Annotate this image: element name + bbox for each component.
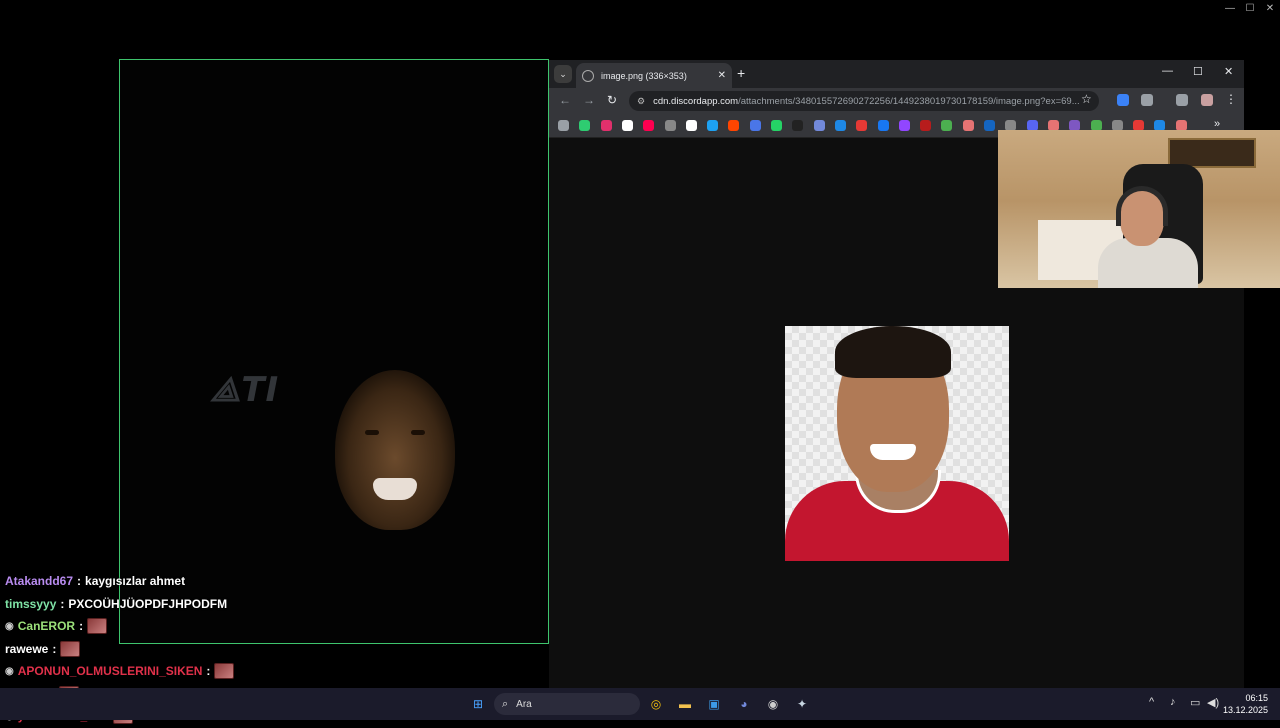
obs-icon[interactable]: ◉	[762, 693, 784, 715]
tray-chevron-icon[interactable]: ^	[1149, 696, 1154, 708]
windows-start-icon[interactable]: ⊞	[467, 693, 489, 715]
chrome-toolbar: ← → ↻ ⚙ cdn.discordapp.com /attachments/…	[549, 88, 1244, 114]
search-icon: ⌕	[502, 697, 509, 710]
chat-message: Atakandd67: kaygısızlar ahmet	[5, 570, 234, 593]
bookmark-icon[interactable]	[877, 120, 889, 131]
chat-username[interactable]: rawewe	[5, 642, 48, 656]
apps-grid-icon[interactable]	[558, 120, 569, 131]
chat-separator: :	[52, 641, 57, 656]
outer-close-button[interactable]: ✕	[1260, 0, 1280, 16]
chrome-menu-icon[interactable]: ⋮	[1225, 92, 1237, 106]
close-button[interactable]: ✕	[1224, 65, 1233, 78]
extension-1-icon[interactable]	[1117, 94, 1129, 106]
media-controls-icon[interactable]	[1176, 94, 1188, 106]
chat-emote-icon	[87, 618, 108, 635]
chat-username[interactable]: Atakandd67	[5, 574, 73, 588]
chat-badge-icon: ◉	[5, 620, 14, 632]
forward-button[interactable]: →	[583, 93, 595, 107]
bookmark-icon[interactable]	[685, 120, 697, 131]
url-path: /attachments/348015572690272256/14492380…	[738, 95, 1080, 107]
volume-icon[interactable]: ◀)	[1207, 696, 1219, 709]
webcam-overlay	[998, 130, 1280, 288]
bookmark-star-icon[interactable]: ☆	[1081, 92, 1092, 106]
tab-bar: ⌄ image.png (336×353) ✕ + — ☐ ✕	[549, 60, 1244, 88]
address-bar[interactable]: ⚙ cdn.discordapp.com /attachments/348015…	[629, 91, 1099, 111]
globe-icon	[582, 69, 594, 82]
chat-message: ◉ CanEROR:	[5, 615, 234, 638]
clock-date: 13.12.2025	[1222, 705, 1268, 715]
outer-minimize-button[interactable]: —	[1220, 0, 1240, 16]
chat-separator: :	[206, 664, 211, 679]
new-tab-button[interactable]: +	[737, 65, 745, 81]
chrome-icon[interactable]: ◎	[645, 693, 667, 715]
tab-title: image.png (336×353)	[601, 70, 687, 81]
chat-username[interactable]: CanEROR	[18, 619, 75, 633]
network-icon[interactable]: ▭	[1190, 696, 1200, 709]
outer-window-controls: — ☐ ✕	[1220, 0, 1280, 16]
steam-icon[interactable]: ✦	[791, 693, 813, 715]
bookmark-icon[interactable]	[643, 120, 655, 131]
photos-icon[interactable]: ▣	[703, 693, 725, 715]
reload-button[interactable]: ↻	[607, 93, 617, 107]
participant-video	[335, 370, 455, 530]
chat-separator: :	[79, 619, 84, 634]
site-info-icon[interactable]: ⚙	[637, 96, 645, 107]
chat-message: ◉ APONUN_OLMUSLERINI_SIKEN:	[5, 660, 235, 683]
tab-image-png[interactable]: image.png (336×353) ✕	[576, 63, 732, 88]
chat-username[interactable]: APONUN_OLMUSLERINI_SIKEN	[18, 664, 203, 678]
bookmark-icon[interactable]	[771, 120, 782, 131]
bookmark-icon[interactable]	[664, 120, 676, 131]
tab-close-icon[interactable]: ✕	[718, 70, 726, 81]
bookmark-icon[interactable]	[813, 120, 825, 131]
bookmark-icon[interactable]	[792, 120, 804, 131]
bookmark-icon[interactable]	[600, 120, 612, 131]
chat-separator: :	[60, 596, 65, 611]
clock[interactable]: 06:15 13.12.2025	[1223, 692, 1268, 716]
file-explorer-icon[interactable]: ▬	[674, 693, 696, 715]
taskbar-search[interactable]: ⌕ Ara	[494, 693, 640, 715]
bookmark-icon[interactable]	[728, 120, 740, 131]
tab-search-button[interactable]: ⌄	[554, 65, 572, 83]
bookmark-icon[interactable]	[962, 120, 974, 131]
bookmark-icon[interactable]	[579, 120, 591, 131]
bookmark-icon[interactable]	[898, 120, 910, 131]
search-placeholder: Ara	[516, 698, 532, 710]
viewed-image	[785, 326, 1009, 561]
bookmark-icon[interactable]	[920, 120, 932, 131]
background-logo: ⟁TI	[210, 370, 280, 410]
bookmark-icon[interactable]	[856, 120, 868, 131]
video-call-panel: ⟁TI	[119, 59, 549, 644]
url-host: cdn.discordapp.com	[653, 95, 739, 107]
chat-separator: :	[77, 574, 82, 589]
bookmark-icon[interactable]	[941, 120, 953, 131]
clock-time: 06:15	[1245, 693, 1268, 703]
outer-maximize-button[interactable]: ☐	[1240, 0, 1260, 16]
bookmark-icon[interactable]	[984, 120, 995, 131]
bookmark-icon[interactable]	[621, 120, 633, 131]
chat-emote-icon	[214, 663, 235, 680]
back-button[interactable]: ←	[559, 93, 571, 107]
minimize-button[interactable]: —	[1162, 65, 1173, 77]
bookmark-icon[interactable]	[834, 120, 846, 131]
chat-message: rawewe:	[5, 638, 234, 661]
chat-text: PXCOÜHJÜOPDFJHPODFM	[68, 596, 228, 611]
chat-username[interactable]: timssyyy	[5, 597, 56, 611]
taskbar: ⊞ ◎ ▬ ▣ ◕ ◉ ✦ ⌕ Ara ^ ♪ ▭ ◀) 06:15 13.12.2025	[0, 688, 1280, 720]
chat-badge-icon: ◉	[5, 665, 14, 677]
microphone-icon[interactable]: ♪	[1170, 696, 1176, 708]
bookmark-icon[interactable]	[749, 120, 761, 131]
extensions-puzzle-icon[interactable]	[1141, 94, 1153, 106]
chat-message: timssyyy: PXCOÜHJÜOPDFJHPODFM	[5, 593, 234, 616]
chat-text: kaygısızlar ahmet	[85, 574, 186, 589]
maximize-button[interactable]: ☐	[1193, 65, 1203, 78]
discord-icon[interactable]: ◕	[733, 693, 755, 715]
profile-avatar-icon[interactable]	[1201, 94, 1213, 106]
bookmarks-overflow-icon[interactable]: »	[1214, 118, 1220, 130]
bookmark-icon[interactable]	[707, 120, 719, 131]
chat-emote-icon	[60, 640, 81, 657]
